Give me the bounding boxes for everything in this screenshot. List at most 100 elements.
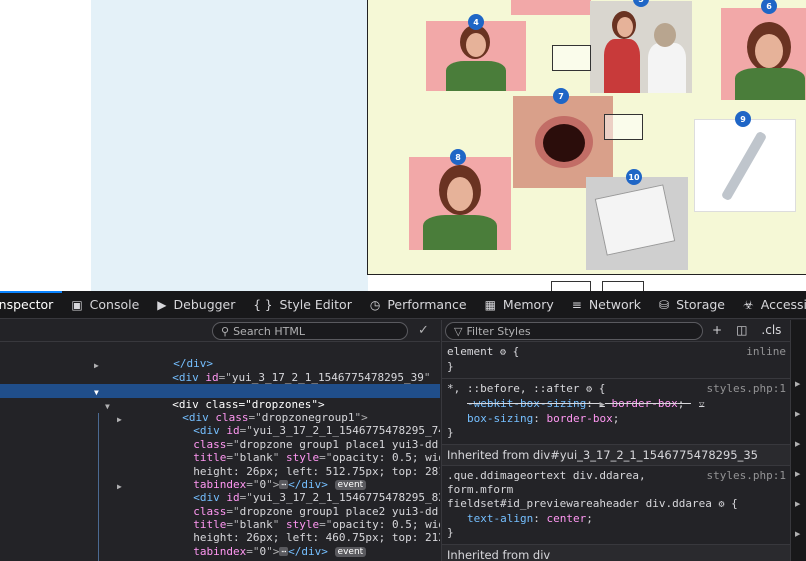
add-rule-icon[interactable]: + (712, 323, 722, 337)
markup-line-dragitems-cont[interactable]: class="dragitems">⋯</div> (0, 371, 440, 397)
tab-console-label: Console (89, 297, 140, 312)
rule-universal-selector: *, ::before, ::after (447, 382, 580, 395)
tab-debugger[interactable]: ▶ Debugger (148, 291, 244, 319)
expand-arrow-icon[interactable]: ▶ (795, 500, 800, 508)
expand-arrow-icon[interactable]: ▶ (795, 530, 800, 538)
photo-doctor-visit[interactable] (590, 1, 692, 93)
markup-line-dropzone-74-class[interactable]: class="dropzone group1 place1 yui3-dd-dr… (0, 424, 440, 451)
toggle-pseudo-icon[interactable]: ◫ (736, 323, 747, 337)
markup-line-dropzone-82-tabindex[interactable]: tabindex="0"> ⋯ </div> event (0, 531, 440, 558)
tab-network[interactable]: ≡ Network (563, 291, 650, 319)
tab-performance[interactable]: ◷ Performance (361, 291, 476, 319)
style-editor-icon: { } (253, 297, 273, 312)
rules-list: element ⚙ { inline } *, ::before, ::afte… (442, 342, 790, 561)
tab-memory[interactable]: ▦ Memory (476, 291, 563, 319)
webkit-box-sizing-prop: -webkit-box-sizing (467, 397, 587, 410)
markup-tree: </div> ▶ <div id="yui_3_17_2_1_1546775478… (0, 342, 440, 561)
markup-line-dragitems[interactable]: ▶ <div id="yui_3_17_2_1_1546775478295_39" (0, 357, 440, 383)
devtools-panel: Inspector ▣ Console ▶ Debugger { } Style… (0, 290, 806, 561)
rule-close-brace: } (447, 526, 454, 539)
markup-line-dropzone-82[interactable]: ▶<div id="yui_3_17_2_1_1546775478295_82" (0, 478, 440, 504)
expand-arrow-icon[interactable]: ▶ (599, 400, 604, 410)
filter-icon[interactable]: ▽ (699, 400, 704, 410)
markup-search-row: ⚲ ✓ (0, 320, 440, 342)
markup-line-dropzone-82-style[interactable]: height: 26px; left: 460.75px; top: 212px… (0, 518, 440, 544)
rule-element-selector: element (447, 345, 494, 358)
gear-icon[interactable]: ⚙ (500, 346, 506, 360)
filter-styles-box[interactable]: ▽ (445, 322, 703, 340)
memory-icon: ▦ (484, 297, 496, 312)
photo-woman-arms-crossed[interactable] (426, 21, 526, 91)
webkit-box-sizing-declaration[interactable]: -webkit-box-sizing: ▶ border-box; ▽ (447, 397, 786, 412)
rule-ddarea-selector-2: form.mform (447, 483, 514, 496)
markup-line-dropzone-74[interactable]: ▶<div id="yui_3_17_2_1_1546775478295_74" (0, 411, 440, 437)
sidebar-panel-strip: ▶ ▶ ▶ ▶ ▶ ▶ (790, 320, 806, 561)
web-page-viewport: 4 5 6 7 8 9 10 (0, 0, 806, 291)
filter-styles-row: ▽ + ◫ .cls (442, 320, 790, 342)
dropzone-place2[interactable] (552, 45, 591, 71)
gear-icon[interactable]: ⚙ (586, 383, 592, 397)
search-html-input[interactable] (233, 324, 384, 338)
gear-icon[interactable]: ⚙ (719, 498, 725, 512)
markup-line-dropzone-74-title[interactable]: title="blank" style="opacity: 0.5; width… (0, 438, 440, 464)
markup-line-dropzone-82-class[interactable]: class="dropzone group1 place2 yui3-dd-dr… (0, 491, 440, 518)
markup-line-dropzone-82-title[interactable]: title="blank" style="opacity: 0.5; width… (0, 505, 440, 531)
expand-arrow-icon[interactable]: ▶ (795, 410, 800, 418)
search-html-box[interactable]: ⚲ (212, 322, 408, 340)
event-badge[interactable]: event (334, 546, 367, 557)
markup-view: ⚲ ✓ </div> ▶<div id="yui_3_17_2_1_154677… (0, 320, 440, 561)
tab-accessibility-label: Accessibili (760, 297, 806, 312)
tab-debugger-label: Debugger (173, 297, 236, 312)
webkit-box-sizing-value: border-box (611, 397, 678, 410)
box-sizing-declaration[interactable]: box-sizing: border-box; (447, 412, 786, 426)
expand-arrow-icon[interactable]: ▶ (795, 440, 800, 448)
dropzone-below-2[interactable] (602, 281, 644, 291)
photo-woman-headache[interactable] (721, 8, 806, 100)
markup-line-dropzone-74-tabindex[interactable]: tabindex="0"> ⋯ </div> event (0, 465, 440, 491)
console-icon: ▣ (71, 297, 83, 312)
side-panel (91, 0, 368, 291)
markup-line-close-div[interactable]: </div> (0, 344, 440, 370)
tab-memory-label: Memory (502, 297, 554, 312)
expand-arrow-icon[interactable]: ▶ (795, 470, 800, 478)
photo-thermometer[interactable] (694, 119, 796, 212)
tab-inspector-label: Inspector (0, 297, 54, 312)
tab-style-editor[interactable]: { } Style Editor (244, 291, 360, 319)
network-icon: ≡ (571, 297, 582, 312)
filter-styles-input[interactable] (466, 324, 617, 338)
tab-storage[interactable]: ⛁ Storage (650, 291, 734, 319)
text-align-declaration[interactable]: text-align: center; (447, 512, 786, 526)
rule-universal-source[interactable]: styles.php:1 (707, 382, 786, 396)
photo-open-mouth[interactable] (513, 96, 613, 188)
rule-element: element ⚙ { inline } (442, 342, 790, 379)
element-picker-icon[interactable]: ✓ (418, 323, 429, 338)
accessibility-icon: ☣ (743, 297, 754, 312)
box-sizing-value: border-box (546, 412, 613, 425)
drag-drop-image-area: 4 5 6 7 8 9 10 (367, 0, 806, 275)
search-icon: ⚲ (221, 324, 230, 338)
rule-ddarea-selector-3-row: fieldset#id_previewareaheader div.ddarea… (447, 497, 738, 512)
tab-network-label: Network (588, 297, 642, 312)
photo-woman-toothache[interactable] (409, 157, 511, 250)
photo-partial-top[interactable] (511, 0, 591, 15)
tab-accessibility[interactable]: ☣ Accessibili (734, 291, 806, 319)
markup-line-dropzones[interactable]: ▼ <div class="dropzones"> (0, 384, 440, 411)
rule-element-source[interactable]: inline (746, 345, 786, 359)
photo-documents[interactable] (586, 177, 688, 270)
expand-arrow-icon[interactable]: ▶ (795, 380, 800, 388)
dropzone-place3[interactable] (604, 114, 643, 140)
markup-line-dropzonegroup1[interactable]: ▼ <div class="dropzonegroup1"> (0, 398, 440, 424)
tab-inspector[interactable]: Inspector (0, 290, 63, 319)
tab-console[interactable]: ▣ Console (62, 291, 148, 319)
screen: 4 5 6 7 8 9 10 Inspector ▣ Console ▶ Deb… (0, 0, 806, 561)
marker-8: 8 (450, 149, 466, 165)
marker-7: 7 (553, 88, 569, 104)
rule-ddarea-source[interactable]: styles.php:1 (707, 469, 786, 483)
cls-button[interactable]: .cls (761, 323, 781, 337)
tab-storage-label: Storage (676, 297, 725, 312)
storage-icon: ⛁ (659, 297, 670, 312)
collapsed-ellipsis[interactable]: ⋯ (279, 547, 289, 557)
dropzone-below-1[interactable] (551, 281, 591, 291)
markup-line-dropzone-74-style[interactable]: height: 26px; left: 512.75px; top: 281px… (0, 451, 440, 478)
marker-4: 4 (468, 14, 484, 30)
